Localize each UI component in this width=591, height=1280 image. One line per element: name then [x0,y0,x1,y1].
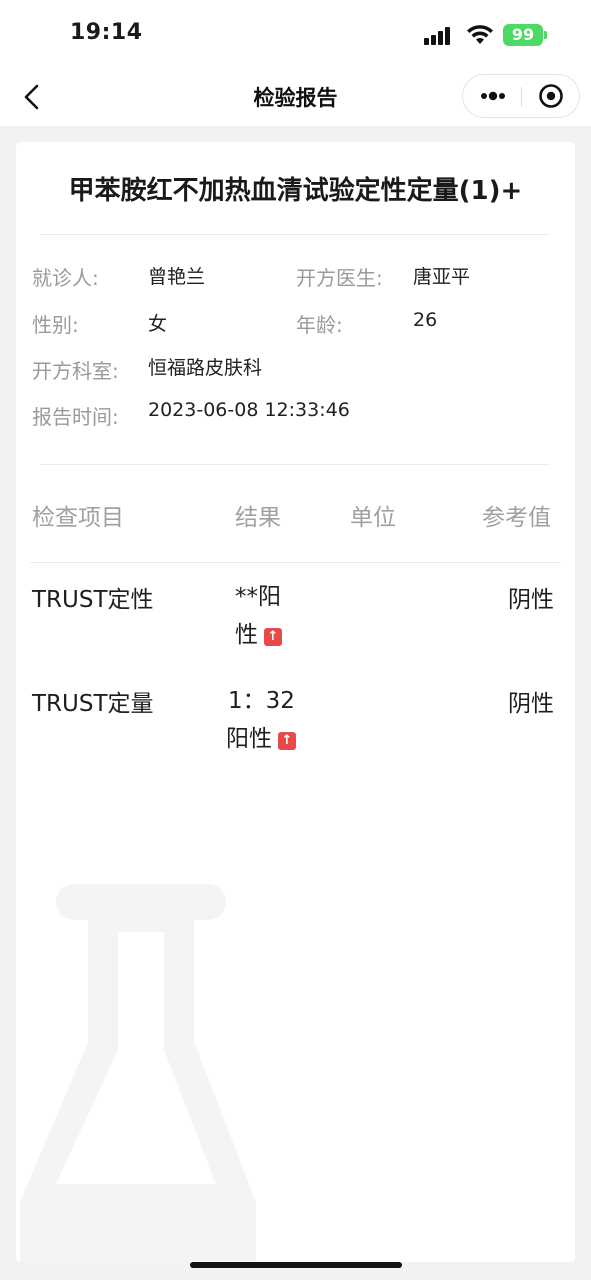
divider [40,234,550,235]
row-result-line2-text: 性 [235,622,258,648]
nav-bar: 检验报告 [0,68,591,126]
wifi-icon [467,25,493,44]
header-unit: 单位 [350,505,396,531]
row-item-name: TRUST定性 [32,587,154,613]
header-result: 结果 [235,505,281,531]
row-reference: 阴性 [508,691,554,717]
home-indicator [190,1262,402,1268]
patient-label: 就诊人: [32,266,99,290]
header-item: 检查项目 [32,505,124,531]
close-target-icon[interactable] [522,75,580,117]
flask-watermark-icon [20,884,256,1262]
miniprogram-capsule [462,74,580,118]
report-card: 甲苯胺红不加热血清试验定性定量(1)+ 就诊人: 曾艳兰 开方医生: 唐亚平 性… [16,142,575,1262]
arrow-up-icon: ↑ [278,732,296,750]
row-result: 1：32 阳性 ↑ [226,682,296,758]
row-result-line1: 1：32 [228,688,295,714]
age-label: 年龄: [296,313,343,337]
doctor-label: 开方医生: [296,266,383,290]
gender-label: 性别: [32,313,79,337]
cellular-signal-icon [424,27,452,45]
report-time-label: 报告时间: [32,405,119,429]
battery-icon: 99 [503,24,543,46]
divider [30,562,561,563]
header-reference: 参考值 [482,505,551,531]
department-value: 恒福路皮肤科 [148,357,263,379]
status-bar: 19:14 99 [0,0,591,68]
more-dots-icon[interactable] [463,75,521,117]
patient-value: 曾艳兰 [148,266,206,288]
battery-tip [544,31,547,39]
row-item-name: TRUST定量 [32,691,154,717]
row-result-line2: 阳性 ↑ [226,720,296,758]
row-reference: 阴性 [508,587,554,613]
status-time: 19:14 [70,20,143,45]
department-label: 开方科室: [32,359,119,383]
arrow-up-icon: ↑ [264,628,282,646]
gender-value: 女 [148,313,168,335]
row-result-line2: 性 ↑ [235,616,282,654]
row-result: **阳 性 ↑ [235,578,282,654]
row-result-line1: **阳 [235,584,281,610]
age-value: 26 [413,309,438,331]
report-title: 甲苯胺红不加热血清试验定性定量(1)+ [68,176,523,206]
divider [40,464,550,465]
report-time-value: 2023-06-08 12:33:46 [148,399,350,421]
row-result-line2-text: 阳性 [226,726,272,752]
doctor-value: 唐亚平 [413,266,471,288]
